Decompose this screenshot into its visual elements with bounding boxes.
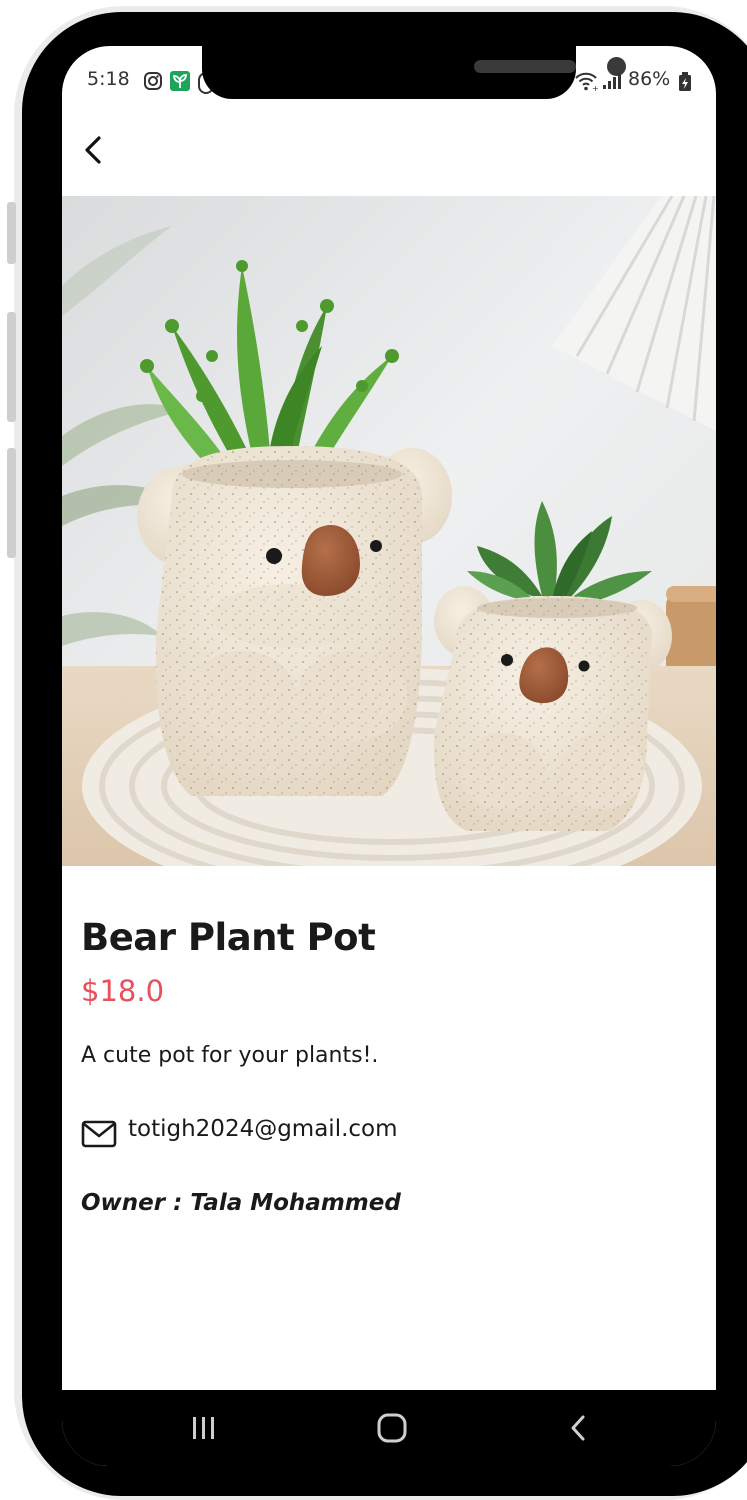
home-button[interactable] [368, 1408, 416, 1448]
volume-down-button [7, 312, 16, 422]
product-description: A cute pot for your plants!. [81, 1043, 379, 1068]
svg-text:+: + [592, 84, 598, 92]
camera-notch [202, 46, 626, 99]
owner-line: Owner : Tala Mohammed [81, 1190, 401, 1216]
system-back-button[interactable] [555, 1408, 603, 1448]
owner-email[interactable]: totigh2024@gmail.com [128, 1116, 398, 1142]
product-image-koala-pots [62, 196, 716, 866]
product-price: $18.0 [81, 974, 165, 1008]
back-nav-icon [571, 1415, 585, 1441]
power-button [7, 448, 16, 558]
product-title: Bear Plant Pot [81, 916, 376, 959]
recents-icon [193, 1417, 214, 1439]
phone-screen: 5:18 + 86% Bear Plant Pot $18.0 A cute p… [62, 46, 716, 1466]
back-button[interactable] [76, 130, 116, 170]
wifi-icon: + [575, 72, 598, 92]
signal-icon [603, 73, 621, 89]
small-koala-pot [433, 586, 672, 831]
battery-percent: 86% [628, 68, 671, 90]
volume-up-button [7, 202, 16, 264]
app-icon [170, 71, 190, 91]
system-nav-bar [62, 1390, 716, 1466]
battery-icon [679, 72, 691, 91]
owner-label: Owner : [81, 1190, 191, 1216]
recents-button[interactable] [180, 1408, 228, 1448]
status-time: 5:18 [87, 68, 130, 90]
earpiece-speaker [474, 60, 576, 73]
home-icon [377, 1413, 407, 1443]
large-koala-pot [137, 446, 452, 796]
mail-icon [81, 1120, 117, 1148]
instagram-icon [144, 72, 162, 90]
owner-name: Tala Mohammed [190, 1190, 401, 1216]
